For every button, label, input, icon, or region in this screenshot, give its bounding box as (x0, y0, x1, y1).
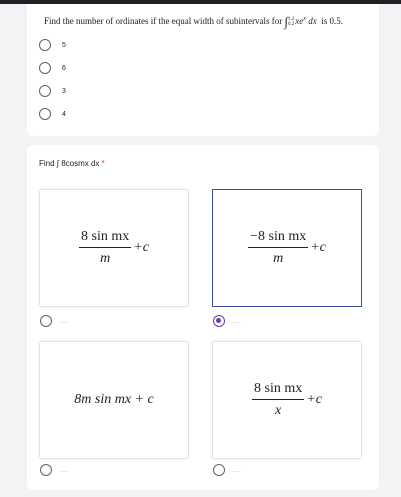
constant-term: +c (310, 240, 326, 255)
question-2-text: Find ∫ 8cosmx dx (39, 159, 100, 168)
option-q2-1[interactable]: ... (40, 315, 69, 327)
radio-button[interactable] (39, 39, 51, 51)
option-label: 4 (62, 110, 66, 118)
question-2-title: Find ∫ 8cosmx dx * (39, 159, 105, 168)
radio-button-selected[interactable] (213, 315, 225, 327)
math-expression: 8 sin mx m +c (79, 229, 149, 267)
constant-term: +c (133, 240, 149, 255)
denominator: x (275, 403, 282, 418)
option-q1-1[interactable]: 5 (39, 38, 66, 52)
radio-button[interactable] (39, 108, 51, 120)
radio-button[interactable] (213, 464, 225, 476)
option-label: 3 (62, 87, 66, 95)
expression: 8m sin mx + c (74, 392, 154, 407)
option-image-4[interactable]: 8 sin mx x +c (213, 342, 361, 458)
question-1-suffix: is 0.5. (321, 16, 343, 26)
option-label: ... (233, 466, 242, 474)
integral-symbol: ∫ (284, 14, 289, 29)
option-q1-2[interactable]: 6 (39, 61, 66, 75)
option-image-2[interactable]: −8 sin mx m +c (213, 190, 361, 306)
option-q1-3[interactable]: 3 (39, 84, 66, 98)
option-label: ... (60, 317, 69, 325)
radio-button[interactable] (39, 62, 51, 74)
radio-button[interactable] (40, 464, 52, 476)
option-label: 6 (62, 64, 66, 72)
lower-limit: 0.2 (288, 21, 295, 27)
numerator: −8 sin mx (248, 229, 309, 248)
math-expression: 8m sin mx + c (74, 392, 153, 408)
radio-button[interactable] (39, 85, 51, 97)
question-1-text: Find the number of ordinates if the equa… (44, 12, 343, 29)
question-card-2: Find ∫ 8cosmx dx * 8 sin mx m +c ... −8 si… (27, 145, 379, 490)
integrand-exponent: x (303, 16, 306, 22)
radio-button[interactable] (40, 315, 52, 327)
question-1-prefix: Find the number of ordinates if the equa… (44, 16, 283, 26)
option-q2-2[interactable]: ... (213, 315, 242, 327)
denominator: m (100, 251, 111, 266)
denominator: m (273, 251, 284, 266)
required-asterisk: * (101, 159, 105, 168)
option-label: 5 (62, 41, 66, 49)
numerator: 8 sin mx (252, 381, 305, 400)
math-expression: 8 sin mx x +c (252, 381, 322, 419)
option-label: ... (60, 466, 69, 474)
question-card-1: Find the number of ordinates if the equa… (27, 4, 379, 136)
option-q2-4[interactable]: ... (213, 464, 242, 476)
numerator: 8 sin mx (79, 229, 132, 248)
option-image-1[interactable]: 8 sin mx m +c (40, 190, 188, 306)
math-expression: −8 sin mx m +c (248, 229, 326, 267)
option-image-3[interactable]: 8m sin mx + c (40, 342, 188, 458)
constant-term: +c (306, 392, 322, 407)
integral-limits: 1.2 0.2 (288, 17, 294, 27)
option-q2-3[interactable]: ... (40, 464, 69, 476)
option-label: ... (233, 317, 242, 325)
option-q1-4[interactable]: 4 (39, 107, 66, 121)
differential: dx (308, 16, 317, 26)
